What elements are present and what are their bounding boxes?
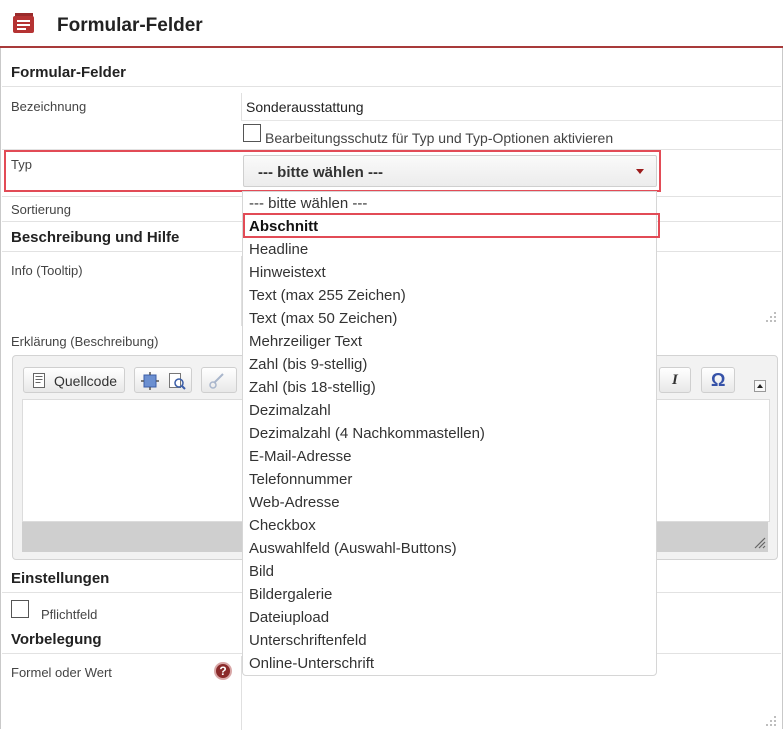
section-title-description-help: Beschreibung und Hilfe [11,229,180,246]
dropdown-option[interactable]: Unterschriftenfeld [249,632,367,649]
dropdown-option[interactable]: Web-Adresse [249,494,340,511]
sortierung-label: Sortierung [11,202,71,217]
dropdown-option[interactable]: --- bitte wählen --- [249,195,367,212]
source-code-button[interactable]: Quellcode [23,367,125,393]
bezeichnung-input[interactable]: Sonderausstattung [241,93,782,121]
resize-grip-icon[interactable] [766,716,776,726]
toolbar-group-view [134,367,192,393]
dropdown-option[interactable]: Bildergalerie [249,586,332,603]
pflichtfeld-checkbox[interactable] [11,600,29,618]
dropdown-option[interactable]: Dezimalzahl (4 Nachkommastellen) [249,425,485,442]
source-code-label: Quellcode [54,373,118,389]
dropdown-option[interactable]: Zahl (bis 9-stellig) [249,356,367,373]
toolbar-collapse-button[interactable] [754,380,766,392]
dropdown-option[interactable]: Auswahlfeld (Auswahl-Buttons) [249,540,457,557]
dropdown-option[interactable]: Telefonnummer [249,471,352,488]
resize-grip-icon[interactable] [766,312,776,322]
typ-select[interactable]: --- bitte wählen --- [243,155,657,187]
dropdown-option[interactable]: Text (max 50 Zeichen) [249,310,397,327]
resize-handle-icon[interactable] [752,535,766,549]
dropdown-option[interactable]: Hinweistext [249,264,326,281]
page-title: Formular-Felder [57,15,203,36]
dropdown-option[interactable]: Zahl (bis 18-stellig) [249,379,376,396]
section-title-prefill: Vorbelegung [11,631,102,648]
section-title-form-fields: Formular-Felder [11,64,127,81]
dropdown-option[interactable]: Dateiupload [249,609,329,626]
omega-icon: Ω [711,370,726,390]
chevron-up-icon [757,384,763,388]
protect-checkbox-label: Bearbeitungsschutz für Typ und Typ-Optio… [265,130,614,146]
document-icon [33,373,45,388]
toolbar-group-clipboard [201,367,237,393]
dropdown-option[interactable]: E-Mail-Adresse [249,448,352,465]
info-tooltip-label: Info (Tooltip) [11,263,83,278]
dropdown-option[interactable]: Checkbox [249,517,316,534]
typ-dropdown-list: --- bitte wählen --- Abschnitt Headline Hin… [242,191,657,676]
protect-checkbox[interactable] [243,124,261,142]
bezeichnung-label: Bezeichnung [11,99,87,114]
formel-label: Formel oder Wert [11,665,112,680]
dropdown-option[interactable]: Text (max 255 Zeichen) [249,287,406,304]
chevron-down-icon [636,169,644,174]
preview-icon[interactable] [168,372,186,390]
pflichtfeld-label: Pflichtfeld [41,607,98,622]
bezeichnung-value: Sonderausstattung [246,99,364,115]
page-header: Formular-Felder [0,0,783,48]
dropdown-option[interactable]: Bild [249,563,274,580]
dropdown-option[interactable]: Dezimalzahl [249,402,331,419]
typ-select-value: --- bitte wählen --- [258,164,383,181]
section-title-settings: Einstellungen [11,570,110,587]
dropdown-option[interactable]: Mehrzeiliger Text [249,333,362,350]
italic-icon: I [672,372,678,388]
italic-button[interactable]: I [659,367,691,393]
dropdown-option[interactable]: Headline [249,241,308,258]
dropdown-option[interactable]: Online-Unterschrift [249,655,374,672]
form-list-icon [13,13,34,33]
erklaerung-label: Erklärung (Beschreibung) [11,334,159,349]
selected-option-highlight [243,213,660,238]
cut-icon[interactable] [208,372,226,390]
special-char-button[interactable]: Ω [701,367,735,393]
divider [2,86,781,87]
maximize-icon[interactable] [141,372,159,390]
help-icon[interactable]: ? [214,662,232,680]
